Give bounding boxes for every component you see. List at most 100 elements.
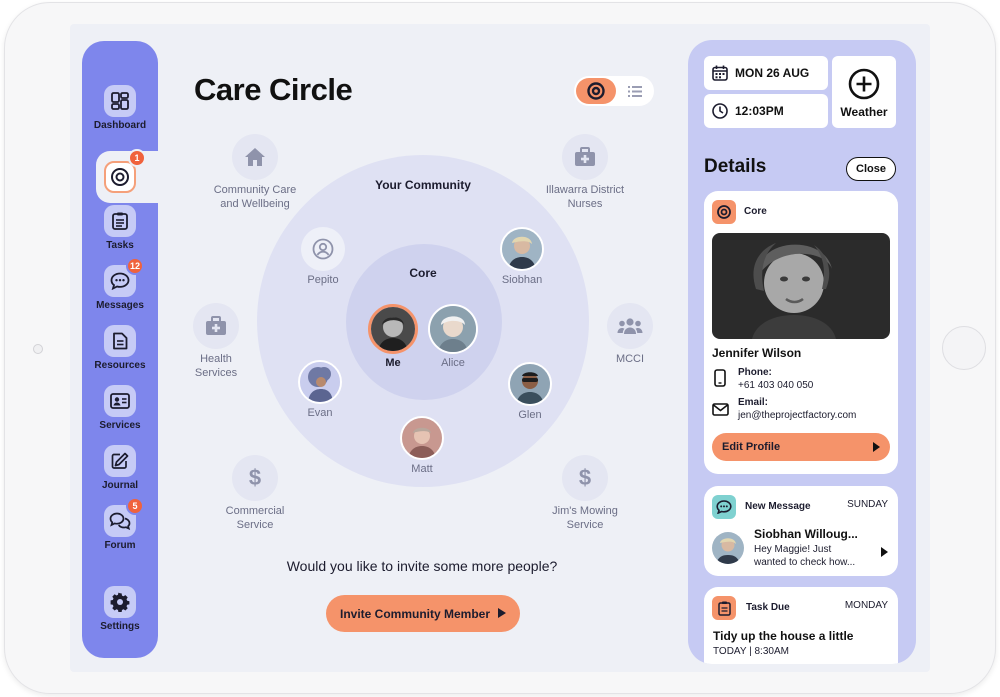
community-node[interactable]: Illawarra District Nurses xyxy=(544,134,626,211)
person-matt[interactable]: Matt xyxy=(396,416,448,475)
play-icon xyxy=(498,608,506,618)
sidebar-item-label: Forum xyxy=(104,540,136,551)
sidebar: Dashboard 1 Tasks 12 Messages Resources … xyxy=(82,41,168,658)
circle-view-button[interactable] xyxy=(576,78,616,104)
avatar xyxy=(710,530,746,566)
edit-profile-button[interactable]: Edit Profile xyxy=(712,433,890,461)
sidebar-item-services[interactable]: Services xyxy=(82,385,158,439)
avatar xyxy=(500,227,544,271)
dollar-icon: $ xyxy=(232,455,278,501)
task-text: Tidy up the house a little xyxy=(713,629,854,643)
camera xyxy=(33,344,43,354)
avatar xyxy=(508,362,552,406)
notification-badge: 1 xyxy=(128,149,146,167)
date-tile: MON 26 AUG xyxy=(704,56,828,90)
sidebar-item-label: Messages xyxy=(96,300,144,311)
invite-community-member-button[interactable]: Invite Community Member xyxy=(326,595,520,632)
community-node[interactable]: Health Services xyxy=(178,303,254,380)
profile-photo xyxy=(712,233,890,339)
sidebar-item-resources[interactable]: Resources xyxy=(82,325,158,379)
sidebar-item-journal[interactable]: Journal xyxy=(82,445,158,499)
message-sender: Siobhan Willoug... xyxy=(754,527,858,541)
dollar-icon: $ xyxy=(562,455,608,501)
care-circle-icon xyxy=(712,200,736,224)
play-icon xyxy=(881,547,888,557)
sidebar-item-dashboard[interactable]: Dashboard xyxy=(82,85,158,139)
list-view-button[interactable] xyxy=(624,82,646,100)
profile-name: Jennifer Wilson xyxy=(712,346,802,360)
message-card[interactable]: New Message SUNDAY Siobhan Willoug... He… xyxy=(704,486,898,576)
sidebar-item-tasks[interactable]: Tasks xyxy=(82,205,158,259)
care-circle-icon xyxy=(104,161,136,193)
home-button[interactable] xyxy=(942,326,986,370)
medical-kit-icon xyxy=(562,134,608,180)
profile-card: Core Jennifer Wilson Phone: +61 403 040 … xyxy=(704,191,898,474)
id-card-icon xyxy=(104,385,136,417)
phone-icon xyxy=(714,369,726,387)
sidebar-item-label: Resources xyxy=(94,360,146,371)
profile-tag: Core xyxy=(744,206,767,217)
community-node[interactable]: $ Jim's Mowing Service xyxy=(548,455,622,532)
sidebar-item-settings[interactable]: Settings xyxy=(82,586,158,640)
person-me[interactable]: Me xyxy=(366,304,420,369)
task-card[interactable]: Task Due MONDAY Tidy up the house a litt… xyxy=(704,587,898,664)
play-icon xyxy=(873,442,880,452)
clipboard-icon xyxy=(712,596,736,620)
message-day: SUNDAY xyxy=(847,499,888,510)
chat-icon xyxy=(712,495,736,519)
right-panel: MON 26 AUG 12:03PM Weather Details Close… xyxy=(688,40,916,664)
sidebar-item-forum[interactable]: 5 Forum xyxy=(82,497,158,559)
close-button[interactable]: Close xyxy=(846,157,896,181)
weather-button[interactable]: Weather xyxy=(832,56,896,128)
sidebar-item-care-circle[interactable]: 1 xyxy=(96,149,168,203)
clock-icon xyxy=(712,103,728,119)
person-evan[interactable]: Evan xyxy=(294,360,346,419)
notification-badge: 12 xyxy=(126,257,144,275)
person-siobhan[interactable]: Siobhan xyxy=(494,227,550,286)
weather-label: Weather xyxy=(840,105,888,119)
list-icon xyxy=(628,85,642,97)
email-icon xyxy=(712,403,729,416)
gear-icon xyxy=(104,586,136,618)
sidebar-item-label: Settings xyxy=(100,621,140,632)
page-title: Care Circle xyxy=(194,72,353,107)
task-when: TODAY | 8:30AM xyxy=(713,646,789,657)
phone-label: Phone: xyxy=(738,367,772,378)
message-preview-line: Hey Maggie! Just xyxy=(754,544,832,555)
sidebar-item-label: Tasks xyxy=(106,240,134,251)
clipboard-icon xyxy=(104,205,136,237)
community-ring-title: Your Community xyxy=(375,178,471,192)
time-text: 12:03PM xyxy=(735,104,784,118)
community-node[interactable]: Community Care and Wellbeing xyxy=(212,134,298,211)
dashboard-icon xyxy=(104,85,136,117)
sidebar-item-label: Dashboard xyxy=(93,120,147,131)
sidebar-item-messages[interactable]: 12 Messages xyxy=(82,257,158,319)
task-day: MONDAY xyxy=(844,600,888,611)
edit-profile-label: Edit Profile xyxy=(722,441,781,453)
target-icon xyxy=(587,82,605,100)
avatar xyxy=(368,304,418,354)
task-title: Task Due xyxy=(746,602,790,613)
view-toggle xyxy=(574,76,654,106)
person-alice[interactable]: Alice xyxy=(426,304,480,369)
avatar xyxy=(428,304,478,354)
community-node[interactable]: MCCI xyxy=(598,303,662,367)
medical-kit-icon xyxy=(193,303,239,349)
phone-value[interactable]: +61 403 040 050 xyxy=(738,380,813,391)
user-icon xyxy=(301,227,345,271)
person-glen[interactable]: Glen xyxy=(502,362,558,421)
message-preview-line: wanted to check how... xyxy=(754,557,856,568)
plus-circle-icon xyxy=(848,68,880,100)
person-pepito[interactable]: Pepito xyxy=(298,227,348,286)
time-tile: 12:03PM xyxy=(704,94,828,128)
app-screen: Dashboard 1 Tasks 12 Messages Resources … xyxy=(70,24,930,672)
invite-button-label: Invite Community Member xyxy=(340,606,491,621)
document-icon xyxy=(104,325,136,357)
details-title: Details xyxy=(704,156,767,177)
invite-question: Would you like to invite some more peopl… xyxy=(286,558,558,574)
community-node[interactable]: $ Commercial Service xyxy=(210,455,300,532)
email-label: Email: xyxy=(738,397,769,408)
avatar xyxy=(400,416,444,460)
email-value[interactable]: jen@theprojectfactory.com xyxy=(738,410,856,421)
notification-badge: 5 xyxy=(126,497,144,515)
